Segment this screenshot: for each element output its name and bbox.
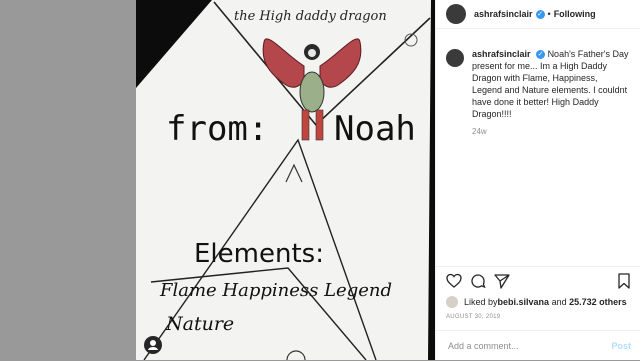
comment-icon[interactable]: [470, 273, 486, 289]
post-date[interactable]: AUGUST 30, 2019: [446, 314, 500, 320]
bookmark-icon[interactable]: [616, 273, 632, 289]
user-tag-icon[interactable]: [144, 336, 162, 354]
avatar[interactable]: [446, 4, 466, 24]
caption-age[interactable]: 24w: [472, 126, 630, 138]
kid-drawing: the High daddy dragon from: Noah Element…: [136, 0, 435, 360]
drawing-from-word: from:: [166, 109, 268, 149]
drawing-elements-line1: Flame Happiness Legend: [159, 280, 392, 301]
avatar[interactable]: [446, 49, 464, 67]
liker-avatar[interactable]: [446, 296, 458, 308]
post-photo[interactable]: the High daddy dragon from: Noah Element…: [136, 0, 435, 360]
post-modal: the High daddy dragon from: Noah Element…: [136, 0, 640, 360]
post-sidebar: ashrafsinclair ✓ • Following ashrafsincl…: [435, 0, 640, 360]
liked-by-and: and: [549, 297, 570, 307]
post-header: ashrafsinclair ✓ • Following: [436, 0, 640, 29]
drawing-elements-heading: Elements:: [194, 239, 324, 269]
liked-by-user[interactable]: bebi.silvana: [498, 297, 550, 307]
verified-badge-icon: ✓: [536, 50, 546, 60]
likes-count[interactable]: 25.732 others: [569, 297, 627, 307]
comment-bar: Post: [436, 330, 640, 361]
drawing-from-name: Noah: [334, 109, 416, 149]
action-bar: [436, 266, 640, 295]
likes-line: Liked by bebi.silvana and 25.732 others: [446, 296, 627, 308]
header-username[interactable]: ashrafsinclair: [474, 9, 533, 19]
share-icon[interactable]: [494, 273, 510, 289]
comment-input[interactable]: [446, 340, 610, 352]
caption-block: ashrafsinclair ✓ Noah's Father's Day pre…: [446, 48, 636, 138]
verified-badge-icon: ✓: [535, 9, 545, 19]
heart-icon[interactable]: [446, 273, 462, 289]
post-button[interactable]: Post: [611, 341, 631, 351]
caption-text: Noah's Father's Day present for me... Im…: [472, 49, 629, 119]
drawing-title: the High daddy dragon: [234, 9, 387, 24]
following-button[interactable]: Following: [554, 9, 596, 19]
caption-username[interactable]: ashrafsinclair: [472, 49, 531, 59]
separator-dot: •: [547, 9, 551, 19]
liked-by-prefix: Liked by: [464, 297, 498, 307]
drawing-elements-line2: Nature: [165, 313, 234, 335]
